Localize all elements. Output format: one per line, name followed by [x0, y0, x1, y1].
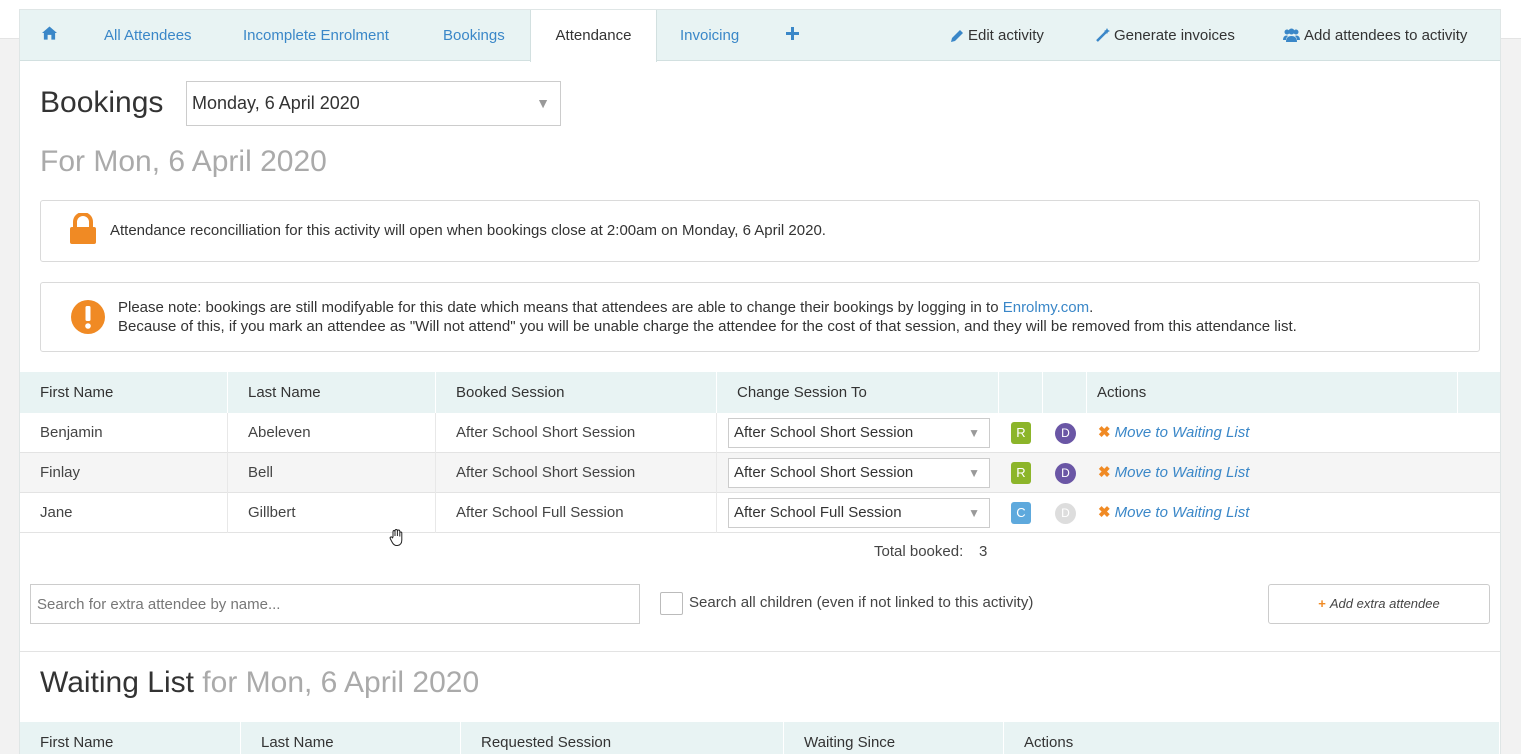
date-select[interactable]: Monday, 6 April 2020 ▼: [186, 81, 561, 126]
generate-invoices-button[interactable]: Generate invoices: [1096, 10, 1235, 61]
total-booked-label: Total booked:: [874, 543, 964, 560]
note-alert-prefix: Please note: bookings are still modifyab…: [118, 299, 1003, 316]
tab-bar: All Attendees Incomplete Enrolment Booki…: [20, 10, 1500, 62]
move-to-waiting-list-label: Move to Waiting List: [1114, 504, 1250, 521]
header-requested-session: Requested Session: [461, 722, 784, 754]
note-alert-line1: Please note: bookings are still modifyab…: [118, 299, 1093, 316]
add-extra-attendee-label: Add extra attendee: [1329, 596, 1440, 611]
header-last-name: Last Name: [228, 372, 436, 413]
header-last-name: Last Name: [241, 722, 461, 754]
close-icon: ✖: [1098, 424, 1111, 441]
waiting-list-title-main: Waiting List: [40, 666, 194, 699]
pencil-icon: [951, 30, 963, 42]
header-actions: Actions: [1004, 722, 1500, 754]
chevron-down-icon: ▼: [968, 426, 980, 440]
plus-icon: +: [1318, 596, 1326, 611]
enrolmy-link[interactable]: Enrolmy.com: [1003, 299, 1089, 316]
activity-panel: All Attendees Incomplete Enrolment Booki…: [19, 9, 1501, 754]
cell-last-name: Gillbert: [228, 493, 436, 533]
cell-last-name: Abeleven: [228, 413, 436, 453]
chevron-down-icon: ▼: [536, 95, 550, 111]
cell-first-name: Finlay: [20, 453, 228, 493]
waiting-list-subtitle: for Mon, 6 April 2020: [202, 666, 480, 699]
search-all-children-label: Search all children (even if not linked …: [689, 594, 1034, 611]
move-to-waiting-list-link[interactable]: ✖ Move to Waiting List: [1098, 453, 1249, 493]
attendance-table-header: First Name Last Name Booked Session Chan…: [20, 372, 1500, 413]
change-session-value: After School Short Session: [734, 424, 914, 441]
close-icon: ✖: [1098, 504, 1111, 521]
change-session-select[interactable]: After School Full Session ▼: [728, 498, 990, 528]
cell-booked-session: After School Short Session: [436, 453, 717, 493]
edit-activity-button[interactable]: Edit activity: [951, 10, 1044, 61]
change-session-select[interactable]: After School Short Session ▼: [728, 418, 990, 448]
header-first-name: First Name: [20, 722, 241, 754]
table-row: Jane Gillbert After School Full Session …: [20, 493, 1500, 533]
status-badge-circle[interactable]: D: [1055, 503, 1076, 524]
cell-last-name: Bell: [228, 453, 436, 493]
section-divider: [20, 651, 1500, 652]
cell-booked-session: After School Full Session: [436, 493, 717, 533]
chevron-down-icon: ▼: [968, 506, 980, 520]
cell-booked-session: After School Short Session: [436, 413, 717, 453]
move-to-waiting-list-link[interactable]: ✖ Move to Waiting List: [1098, 413, 1249, 453]
waiting-list-title: Waiting List for Mon, 6 April 2020: [40, 666, 479, 700]
lock-icon: [69, 212, 97, 249]
tab-all-attendees[interactable]: All Attendees: [104, 10, 192, 61]
tab-invoicing[interactable]: Invoicing: [680, 10, 739, 61]
change-session-value: After School Short Session: [734, 464, 914, 481]
table-row: Benjamin Abeleven After School Short Ses…: [20, 413, 1500, 453]
extra-attendee-search-input[interactable]: [30, 584, 640, 624]
status-badge-circle[interactable]: D: [1055, 423, 1076, 444]
header-first-name: First Name: [20, 372, 228, 413]
move-to-waiting-list-label: Move to Waiting List: [1114, 424, 1250, 441]
header-change-session: Change Session To: [717, 372, 999, 413]
add-attendees-button[interactable]: Add attendees to activity: [1283, 10, 1467, 61]
home-icon: [42, 26, 57, 44]
header-waiting-since: Waiting Since: [784, 722, 1004, 754]
hand-cursor-icon: [389, 528, 405, 552]
bookings-title: Bookings: [40, 86, 164, 119]
tab-bookings[interactable]: Bookings: [443, 10, 505, 61]
tab-attendance[interactable]: Attendance: [530, 10, 657, 62]
users-icon: [1283, 28, 1300, 42]
cell-first-name: Benjamin: [20, 413, 228, 453]
status-badge[interactable]: C: [1011, 502, 1031, 524]
tab-add[interactable]: [786, 10, 799, 61]
add-attendees-label: Add attendees to activity: [1304, 27, 1468, 44]
chevron-down-icon: ▼: [968, 466, 980, 480]
generate-invoices-label: Generate invoices: [1114, 27, 1235, 44]
header-actions: Actions: [1077, 372, 1458, 413]
change-session-select[interactable]: After School Short Session ▼: [728, 458, 990, 488]
add-extra-attendee-button[interactable]: + Add extra attendee: [1268, 584, 1490, 624]
search-all-children-checkbox[interactable]: [660, 592, 683, 615]
bookings-subtitle: For Mon, 6 April 2020: [40, 145, 327, 178]
note-alert: Please note: bookings are still modifyab…: [40, 282, 1480, 352]
header-booked-session: Booked Session: [436, 372, 717, 413]
header-badge1: [999, 372, 1043, 413]
status-badge[interactable]: R: [1011, 422, 1031, 444]
edit-activity-label: Edit activity: [968, 27, 1044, 44]
plus-icon: [786, 27, 799, 44]
status-badge-circle[interactable]: D: [1055, 463, 1076, 484]
move-to-waiting-list-label: Move to Waiting List: [1114, 464, 1250, 481]
close-icon: ✖: [1098, 464, 1111, 481]
move-to-waiting-list-link[interactable]: ✖ Move to Waiting List: [1098, 493, 1249, 533]
status-badge[interactable]: R: [1011, 462, 1031, 484]
note-alert-suffix: .: [1089, 299, 1094, 316]
lock-alert: Attendance reconcilliation for this acti…: [40, 200, 1480, 262]
tab-incomplete-enrolment[interactable]: Incomplete Enrolment: [243, 10, 389, 61]
magic-wand-icon: [1096, 28, 1110, 42]
total-booked-value: 3: [979, 543, 988, 560]
exclamation-icon: [70, 299, 106, 339]
waiting-table-header: First Name Last Name Requested Session W…: [20, 722, 1500, 754]
table-row: Finlay Bell After School Short Session A…: [20, 453, 1500, 493]
lock-alert-text: Attendance reconcilliation for this acti…: [110, 222, 826, 239]
note-alert-line2: Because of this, if you mark an attendee…: [118, 318, 1297, 335]
change-session-value: After School Full Session: [734, 504, 902, 521]
tab-home[interactable]: [42, 10, 57, 61]
cell-first-name: Jane: [20, 493, 228, 533]
date-select-value: Monday, 6 April 2020: [192, 93, 360, 113]
